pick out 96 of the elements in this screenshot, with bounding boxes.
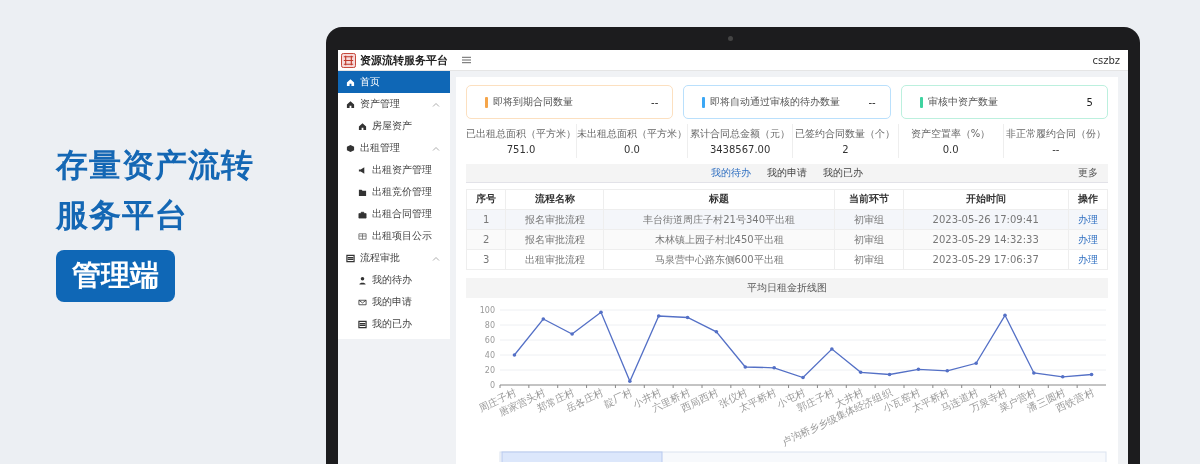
sidebar-item[interactable]: 首页 bbox=[338, 71, 450, 93]
table-cell: 马泉营中心路东侧600平出租 bbox=[603, 249, 835, 270]
column-header: 序号 bbox=[466, 189, 506, 210]
tab[interactable]: 我的申请 bbox=[767, 166, 807, 180]
sidebar-subitem[interactable]: 我的已办 bbox=[338, 313, 450, 335]
stat-value: 0.0 bbox=[942, 144, 959, 155]
data-point bbox=[628, 379, 632, 384]
camera-icon bbox=[728, 36, 733, 41]
list-icon bbox=[358, 319, 367, 329]
table-cell: 出租审批流程 bbox=[505, 249, 604, 270]
data-point bbox=[772, 365, 776, 370]
sidebar-subitem[interactable]: 房屋资产 bbox=[338, 115, 450, 137]
stat-value: -- bbox=[1052, 144, 1060, 155]
promo-title: 存量资产流转 bbox=[56, 145, 254, 186]
table-cell: 2 bbox=[466, 229, 506, 250]
menu-icon[interactable] bbox=[462, 56, 471, 64]
stat-value: 751.0 bbox=[506, 144, 536, 155]
data-point bbox=[714, 329, 719, 334]
card-value: -- bbox=[651, 96, 659, 108]
folder-icon bbox=[358, 187, 367, 197]
user-icon bbox=[358, 275, 367, 285]
data-point bbox=[599, 310, 603, 315]
data-point bbox=[1060, 374, 1065, 379]
stat-label: 已出租总面积（平方米） bbox=[466, 127, 576, 141]
sidebar-subitem[interactable]: 我的待办 bbox=[338, 269, 450, 291]
card-label: 审核中资产数量 bbox=[927, 95, 998, 109]
card-label: 即将自动通过审核的待办数量 bbox=[710, 95, 841, 109]
sidebar-item[interactable]: 流程审批 bbox=[338, 247, 450, 269]
table-cell: 3 bbox=[466, 249, 506, 270]
column-header: 流程名称 bbox=[505, 189, 604, 210]
data-point bbox=[858, 370, 863, 375]
y-tick-label: 60 bbox=[484, 336, 495, 345]
card-value: 5 bbox=[1086, 96, 1093, 108]
data-point bbox=[974, 361, 978, 366]
promo-title: 服务平台 bbox=[56, 195, 188, 236]
sidebar-subitem[interactable]: 出租资产管理 bbox=[338, 159, 450, 181]
speaker-icon bbox=[358, 165, 367, 175]
cube-icon bbox=[346, 143, 355, 153]
y-tick-label: 0 bbox=[489, 381, 495, 390]
board-icon bbox=[358, 231, 367, 241]
stat-label: 非正常履约合同（份） bbox=[1005, 127, 1106, 141]
data-point bbox=[1003, 313, 1007, 318]
more-link[interactable]: 更多 bbox=[1078, 166, 1098, 180]
stat-label: 已签约合同数量（个） bbox=[795, 127, 896, 141]
card-value: -- bbox=[868, 96, 876, 108]
column-header: 操作 bbox=[1068, 189, 1108, 210]
y-tick-label: 80 bbox=[484, 321, 495, 330]
tab[interactable]: 我的待办 bbox=[711, 166, 751, 180]
column-header: 当前环节 bbox=[834, 189, 904, 210]
data-point bbox=[512, 353, 517, 357]
sidebar-subitem[interactable]: 我的申请 bbox=[338, 291, 450, 313]
stat-value: 0.0 bbox=[624, 144, 640, 155]
column-header: 开始时间 bbox=[903, 189, 1069, 210]
tab[interactable]: 我的已办 bbox=[823, 166, 863, 180]
stat-label: 累计合同总金额（元） bbox=[690, 127, 791, 141]
data-point bbox=[945, 368, 950, 373]
table-cell: 初审组 bbox=[834, 249, 904, 270]
data-point bbox=[570, 332, 574, 336]
bag-icon bbox=[358, 209, 367, 219]
seal-logo-icon bbox=[341, 52, 356, 68]
chart-title: 平均日租金折线图 bbox=[747, 281, 827, 295]
data-point bbox=[743, 365, 748, 369]
sidebar-item[interactable]: 出租管理 bbox=[338, 137, 450, 159]
home-icon bbox=[346, 77, 355, 87]
data-point bbox=[830, 347, 834, 351]
x-tick-label: 靛厂村 bbox=[601, 386, 634, 410]
y-tick-label: 20 bbox=[484, 366, 495, 375]
sidebar-subitem[interactable]: 出租竞价管理 bbox=[338, 181, 450, 203]
y-tick-label: 100 bbox=[479, 306, 495, 315]
mail-icon bbox=[358, 297, 367, 307]
stat-label: 未出租总面积（平方米） bbox=[577, 127, 687, 141]
user-name[interactable]: cszbz bbox=[1092, 54, 1120, 66]
stat-label: 资产空置率（%） bbox=[910, 127, 991, 141]
data-point bbox=[1032, 371, 1036, 375]
table-cell: 2023-05-29 17:06:37 bbox=[903, 249, 1069, 270]
data-point bbox=[887, 372, 892, 377]
data-point bbox=[1089, 372, 1094, 377]
y-tick-label: 40 bbox=[484, 351, 495, 360]
card-label: 即将到期合同数量 bbox=[493, 95, 573, 109]
table-cell: 1 bbox=[466, 209, 506, 230]
home-icon bbox=[358, 121, 367, 131]
data-point bbox=[801, 375, 805, 380]
home-icon bbox=[346, 99, 355, 109]
sidebar-subitem[interactable]: 出租合同管理 bbox=[338, 203, 450, 225]
stat-value: 2 bbox=[842, 144, 849, 155]
data-point bbox=[916, 367, 921, 372]
sidebar-subitem[interactable]: 出租项目公示 bbox=[338, 225, 450, 247]
app-title: 资源流转服务平台 bbox=[360, 52, 448, 68]
sidebar-item[interactable]: 资产管理 bbox=[338, 93, 450, 115]
data-point bbox=[656, 314, 661, 318]
list-icon bbox=[346, 253, 355, 263]
data-point bbox=[685, 315, 690, 320]
promo-badge: 管理端 bbox=[56, 250, 175, 302]
stat-value: 3438567.00 bbox=[709, 144, 771, 155]
data-point bbox=[541, 317, 546, 321]
column-header: 标题 bbox=[603, 189, 835, 210]
